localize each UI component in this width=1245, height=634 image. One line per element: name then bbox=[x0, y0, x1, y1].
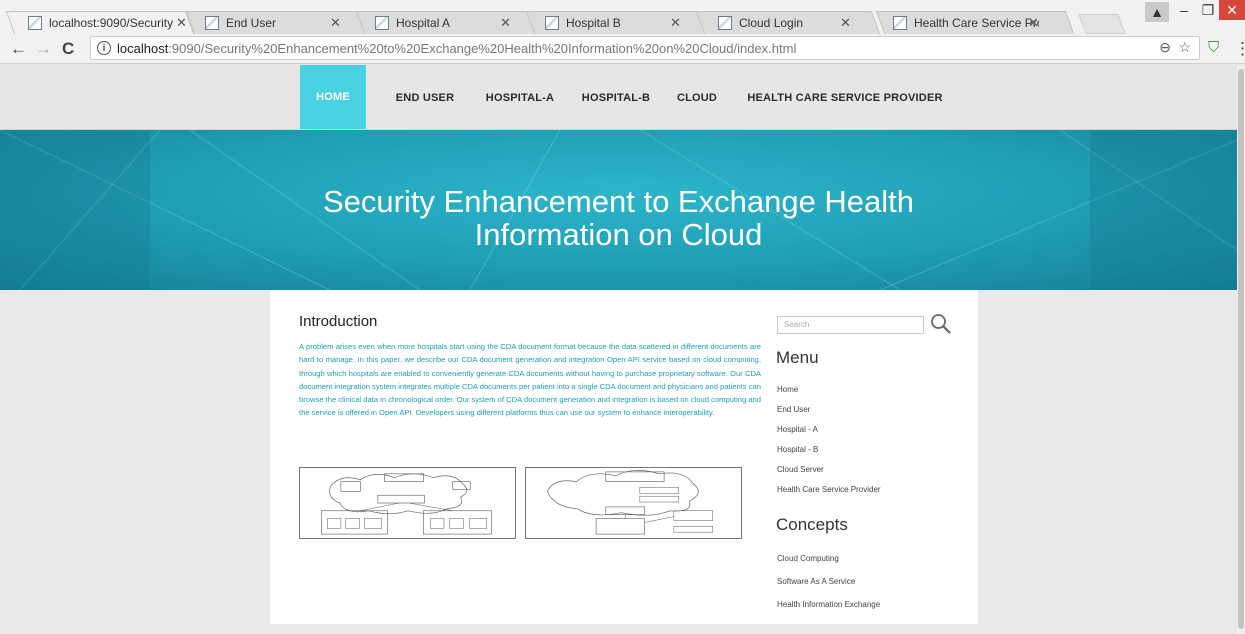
forward-arrow-icon[interactable]: → bbox=[35, 39, 52, 59]
main-content: Introduction A problem arises even when … bbox=[270, 290, 978, 624]
extension-icon[interactable]: ⛉ bbox=[1208, 39, 1219, 56]
concept-link-saas[interactable]: Software As A Service bbox=[777, 577, 855, 586]
reload-icon[interactable]: C bbox=[62, 39, 74, 59]
url-path: :9090/Security%20Enhancement%20to%20Exch… bbox=[168, 40, 797, 56]
favicon-icon bbox=[205, 15, 219, 30]
close-icon[interactable]: ✕ bbox=[1028, 15, 1039, 31]
web-page: HOME END USER HOSPITAL-A HOSPITAL-B CLOU… bbox=[0, 65, 1245, 634]
tab-title: End User bbox=[226, 15, 277, 30]
new-tab-button[interactable] bbox=[1078, 14, 1126, 34]
close-icon[interactable]: ✕ bbox=[840, 15, 851, 31]
architecture-diagram-image bbox=[299, 467, 516, 539]
close-icon[interactable]: ✕ bbox=[670, 15, 681, 31]
intro-heading: Introduction bbox=[299, 313, 378, 330]
search-input[interactable]: Search bbox=[777, 316, 924, 334]
hero-banner: Security Enhancement to Exchange Health … bbox=[0, 130, 1237, 290]
nav-home[interactable]: HOME bbox=[300, 65, 366, 129]
tab-title: Hospital B bbox=[566, 15, 621, 30]
tab-title: Health Care Service Prov bbox=[914, 15, 1039, 30]
menu-dots-icon[interactable]: ⋮ bbox=[1234, 39, 1245, 59]
tab-title: localhost:9090/Security E bbox=[49, 15, 177, 30]
menu-link-health-care-service-provider[interactable]: Health Care Service Provider bbox=[777, 485, 881, 494]
favicon-icon bbox=[718, 15, 732, 30]
tab-title: Cloud Login bbox=[739, 15, 804, 30]
search-icon[interactable] bbox=[930, 313, 952, 335]
scrollbar[interactable] bbox=[1237, 65, 1245, 634]
nav-end-user[interactable]: END USER bbox=[378, 65, 472, 130]
menu-link-hospital-a[interactable]: Hospital - A bbox=[777, 425, 818, 434]
nav-hospital-b[interactable]: HOSPITAL-B bbox=[566, 65, 666, 130]
close-icon[interactable]: ✕ bbox=[500, 15, 511, 31]
favicon-icon bbox=[893, 15, 907, 30]
info-icon[interactable]: i bbox=[97, 41, 111, 55]
close-icon[interactable]: ✕ bbox=[176, 15, 187, 31]
profile-icon[interactable]: ▲ bbox=[1145, 2, 1169, 22]
scrollbar-thumb[interactable] bbox=[1238, 69, 1244, 629]
page-title: Security Enhancement to Exchange Health … bbox=[0, 185, 1237, 251]
url-host: localhost bbox=[117, 40, 169, 56]
title-line-1: Security Enhancement to Exchange Health bbox=[322, 184, 915, 219]
back-arrow-icon[interactable]: ← bbox=[10, 39, 27, 59]
menu-link-hospital-b[interactable]: Hospital - B bbox=[777, 445, 818, 454]
favicon-icon bbox=[545, 15, 559, 30]
bookmark-star-icon[interactable]: ☆ bbox=[1178, 39, 1191, 56]
concepts-heading: Concepts bbox=[776, 515, 848, 534]
tab-title: Hospital A bbox=[396, 15, 451, 30]
nav-hospital-a[interactable]: HOSPITAL-A bbox=[470, 65, 570, 130]
concept-link-cloud-computing[interactable]: Cloud Computing bbox=[777, 554, 839, 563]
nav-cloud[interactable]: CLOUD bbox=[668, 65, 726, 130]
concept-link-hie[interactable]: Health Information Exchange bbox=[777, 600, 880, 609]
menu-heading: Menu bbox=[776, 348, 819, 367]
integration-diagram-image bbox=[525, 467, 742, 539]
menu-link-home[interactable]: Home bbox=[777, 385, 798, 394]
window-close-button[interactable]: ✕ bbox=[1219, 0, 1245, 20]
address-bar[interactable]: i localhost:9090/Security%20Enhancement%… bbox=[90, 36, 1200, 60]
site-navigation: HOME END USER HOSPITAL-A HOSPITAL-B CLOU… bbox=[0, 65, 1237, 130]
minimize-button[interactable]: – bbox=[1172, 0, 1196, 20]
menu-link-end-user[interactable]: End User bbox=[777, 405, 810, 414]
zoom-icon[interactable]: ⊖ bbox=[1159, 39, 1171, 56]
intro-text: A problem arises even when more hospital… bbox=[299, 342, 761, 418]
restore-button[interactable]: ❐ bbox=[1197, 0, 1219, 20]
browser-toolbar: ← → C i localhost:9090/Security%20Enhanc… bbox=[0, 34, 1245, 64]
close-icon[interactable]: ✕ bbox=[330, 15, 341, 31]
title-line-2: Information on Cloud bbox=[474, 217, 763, 252]
browser-tabstrip: localhost:9090/Security E ✕ End User ✕ H… bbox=[0, 0, 1245, 34]
menu-link-cloud-server[interactable]: Cloud Server bbox=[777, 465, 824, 474]
favicon-icon bbox=[28, 15, 42, 30]
favicon-icon bbox=[375, 15, 389, 30]
nav-health-care-service-provider[interactable]: HEALTH CARE SERVICE PROVIDER bbox=[740, 65, 950, 130]
